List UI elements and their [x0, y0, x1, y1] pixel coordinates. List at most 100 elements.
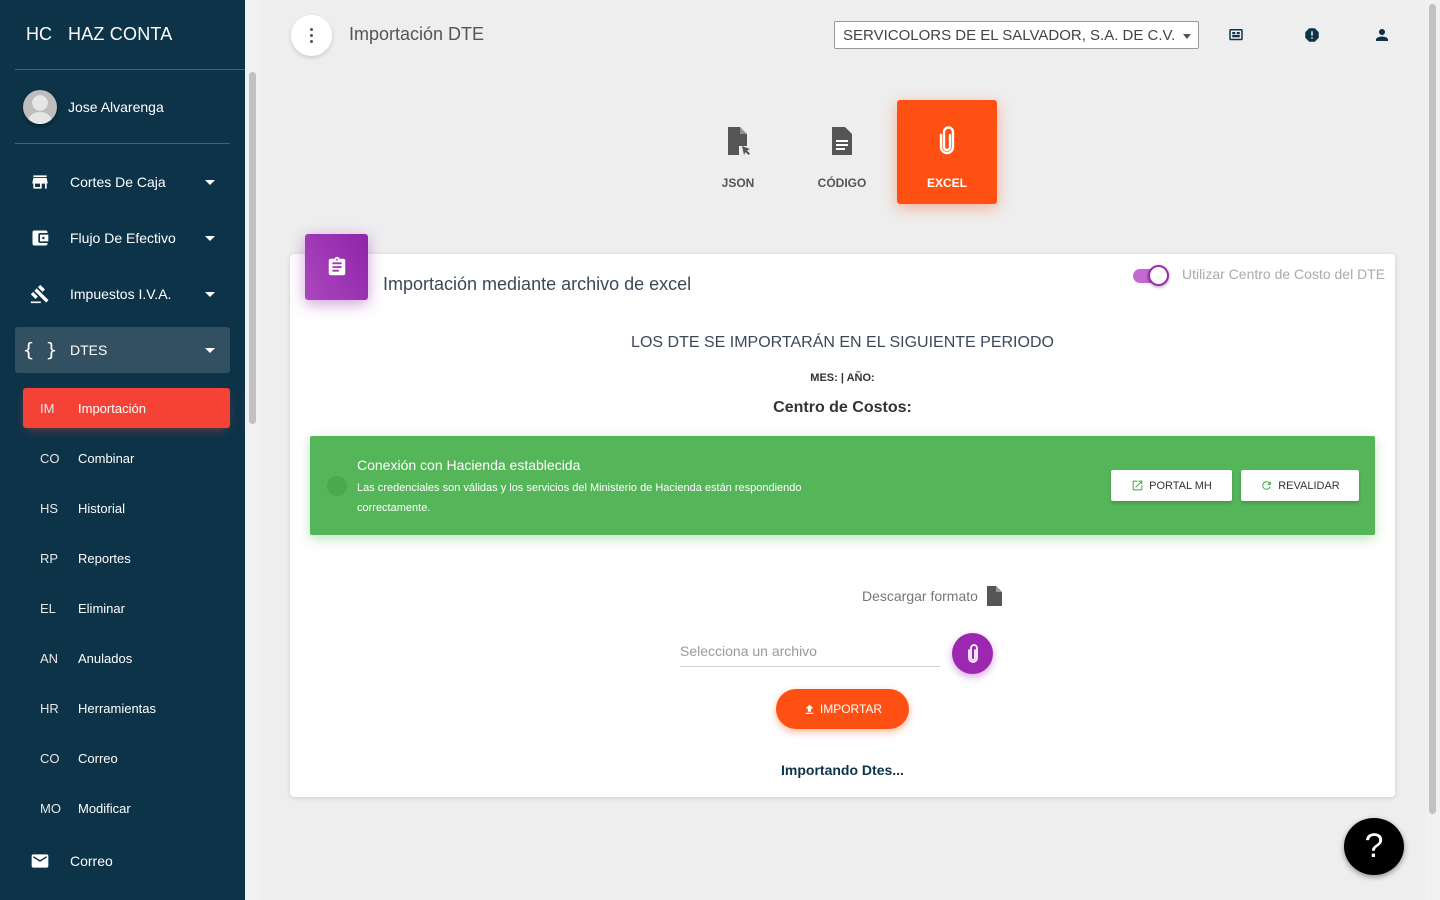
- nav-label: Correo: [70, 853, 113, 869]
- tab-json[interactable]: JSON: [688, 100, 788, 204]
- nav-item-cortes-de-caja[interactable]: Cortes De Caja: [15, 159, 230, 205]
- file-select-placeholder: Selecciona un archivo: [680, 643, 817, 659]
- revalidar-button[interactable]: REVALIDAR: [1241, 470, 1359, 501]
- sub-mini: CO: [40, 750, 60, 766]
- nav-label: Flujo De Efectivo: [70, 230, 176, 246]
- caret-down-icon: [205, 291, 215, 297]
- company-select[interactable]: SERVICOLORS DE EL SALVADOR, S.A. DE C.V.: [834, 21, 1199, 49]
- dashboard-icon[interactable]: [1227, 26, 1245, 44]
- file-icon: [986, 586, 1002, 606]
- centro-costos: Centro de Costos:: [773, 399, 912, 416]
- file-json-icon: [725, 126, 751, 156]
- nav-item-impuestos-iva[interactable]: Impuestos I.V.A.: [15, 271, 230, 317]
- portal-mh-button[interactable]: PORTAL MH: [1111, 470, 1232, 501]
- revalidar-label: REVALIDAR: [1278, 479, 1340, 492]
- logo[interactable]: HC HAZ CONTA: [15, 0, 245, 70]
- sidebar: HC HAZ CONTA Jose Alvarenga Cortes De Ca…: [0, 0, 260, 900]
- sidebar-content: HC HAZ CONTA Jose Alvarenga Cortes De Ca…: [0, 0, 245, 900]
- open-external-icon: [1132, 480, 1143, 491]
- sub-mini: MO: [40, 800, 61, 816]
- wallet-icon: [15, 228, 65, 248]
- upload-icon: [805, 704, 814, 714]
- sub-label: Combinar: [78, 450, 135, 466]
- logo-mini: HC: [26, 24, 52, 44]
- scrollbar-thumb[interactable]: [249, 72, 256, 424]
- card-title: Importación mediante archivo de excel: [383, 274, 692, 294]
- paperclip-icon: [967, 643, 978, 663]
- sidebar-item-modificar[interactable]: MO Modificar: [23, 788, 230, 828]
- sub-mini: EL: [40, 600, 56, 616]
- scrollbar-thumb[interactable]: [1429, 4, 1436, 814]
- sub-mini: IM: [40, 400, 55, 416]
- tab-label: JSON: [721, 176, 755, 190]
- clipboard-icon: [305, 234, 368, 300]
- sub-mini: CO: [40, 450, 60, 466]
- sidebar-item-anulados[interactable]: AN Anulados: [23, 638, 230, 678]
- sidebar-item-importacion[interactable]: IM Importación: [23, 388, 230, 428]
- company-select-value: SERVICOLORS DE EL SALVADOR, S.A. DE C.V.: [843, 27, 1176, 44]
- code-braces-icon: { }: [22, 339, 58, 361]
- import-status: Importando Dtes...: [781, 762, 904, 778]
- sub-mini: RP: [40, 550, 59, 566]
- download-format-label: Descargar formato: [862, 588, 978, 604]
- sub-mini: HR: [40, 700, 59, 716]
- nav-label: Cortes De Caja: [70, 174, 166, 190]
- sub-label: Reportes: [78, 550, 131, 566]
- sidebar-item-combinar[interactable]: CO Combinar: [23, 438, 230, 478]
- sub-label: Historial: [78, 500, 125, 516]
- sub-label: Modificar: [78, 800, 131, 816]
- sidebar-toggle-button[interactable]: [291, 15, 332, 56]
- alert-text: Las credenciales son válidas y los servi…: [357, 482, 802, 514]
- download-format-link[interactable]: Descargar formato: [862, 586, 1002, 606]
- sidebar-scrollbar[interactable]: [245, 0, 260, 900]
- caret-down-icon: [205, 235, 215, 241]
- sub-mini: AN: [40, 650, 59, 666]
- person-icon[interactable]: [1373, 26, 1391, 44]
- store-icon: [15, 172, 65, 192]
- tab-label: CÓDIGO: [817, 176, 867, 190]
- user-name: Jose Alvarenga: [68, 98, 164, 115]
- alert-octagon-icon[interactable]: [1303, 26, 1321, 44]
- more-vert-icon: [310, 28, 313, 43]
- nav-item-correo[interactable]: Correo: [15, 838, 230, 884]
- nav-item-flujo-de-efectivo[interactable]: Flujo De Efectivo: [15, 215, 230, 261]
- refresh-icon: [1262, 481, 1272, 490]
- nav-item-dtes[interactable]: { } DTES: [15, 327, 230, 373]
- toggle-label: Utilizar Centro de Costo del DTE: [1182, 266, 1386, 282]
- sidebar-item-reportes[interactable]: RP Reportes: [23, 538, 230, 578]
- attach-file-button[interactable]: [952, 633, 993, 674]
- document-icon: [830, 126, 854, 156]
- caret-down-icon: [205, 347, 215, 353]
- file-select-input[interactable]: Selecciona un archivo: [680, 640, 940, 667]
- mail-icon: [15, 851, 65, 871]
- tab-excel[interactable]: EXCEL: [897, 100, 997, 204]
- help-icon: ?: [1364, 827, 1384, 865]
- main-scrollbar[interactable]: [1425, 0, 1440, 900]
- tab-label: EXCEL: [926, 176, 967, 190]
- logo-text: HAZ CONTA: [68, 24, 173, 44]
- toggle-knob: [1148, 265, 1169, 286]
- user-profile[interactable]: Jose Alvarenga: [15, 70, 230, 144]
- paperclip-icon: [938, 126, 956, 156]
- caret-down-icon: [205, 179, 215, 185]
- hacienda-alert: Conexión con Hacienda establecida Las cr…: [310, 436, 1375, 535]
- period-title: LOS DTE SE IMPORTARÁN EN EL SIGUIENTE PE…: [631, 334, 1054, 351]
- page-title: Importación DTE: [349, 24, 485, 44]
- sub-mini: HS: [40, 500, 59, 516]
- sub-label: Herramientas: [78, 700, 157, 716]
- chevron-down-icon: [1183, 34, 1191, 39]
- nav-label: DTES: [70, 342, 108, 358]
- sub-label: Correo: [78, 750, 118, 766]
- sidebar-item-herramientas[interactable]: HR Herramientas: [23, 688, 230, 728]
- nav-label: Impuestos I.V.A.: [70, 286, 172, 302]
- alert-title: Conexión con Hacienda establecida: [357, 457, 581, 473]
- gavel-icon: [15, 284, 65, 304]
- sidebar-item-eliminar[interactable]: EL Eliminar: [23, 588, 230, 628]
- tab-codigo[interactable]: CÓDIGO: [792, 100, 892, 204]
- import-button[interactable]: IMPORTAR: [776, 689, 909, 729]
- sidebar-item-correo[interactable]: CO Correo: [23, 738, 230, 778]
- portal-mh-label: PORTAL MH: [1149, 479, 1212, 492]
- help-button[interactable]: ?: [1344, 818, 1404, 875]
- sidebar-item-historial[interactable]: HS Historial: [23, 488, 230, 528]
- centro-costo-toggle[interactable]: [1133, 265, 1169, 286]
